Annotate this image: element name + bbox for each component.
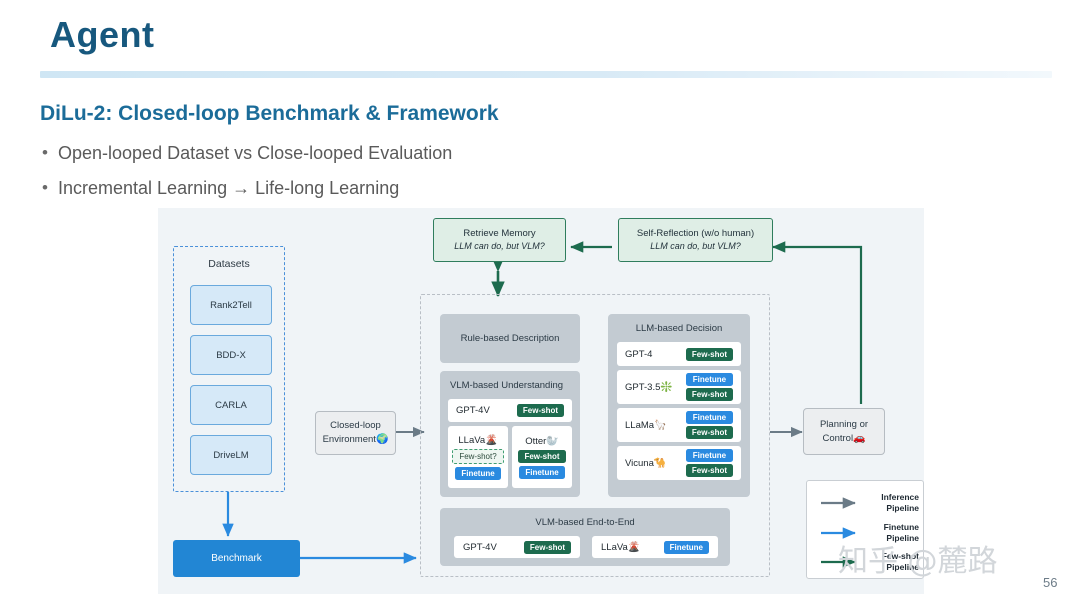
model-card-e2e-gpt4v[interactable]: GPT-4V Few-shot <box>454 536 580 558</box>
rule-based-description-panel: Rule-based Description <box>440 314 580 363</box>
model-name: Vicuna <box>625 457 654 469</box>
dataset-label: DriveLM <box>213 449 249 461</box>
model-card-llama[interactable]: LLaMa 🦙 Finetune Few-shot <box>617 408 741 442</box>
badge-few-shot[interactable]: Few-shot <box>685 347 733 361</box>
retrieve-memory-title: Retrieve Memory <box>463 228 536 239</box>
bullet-text: Incremental Learning → Life-long Learnin… <box>58 178 400 198</box>
sparkle-icon: ❇️ <box>660 381 673 393</box>
camel-icon: 🐪 <box>653 457 667 469</box>
legend-label-line2: Pipeline <box>886 503 919 513</box>
model-card-gpt35[interactable]: GPT-3.5 ❇️ Finetune Few-shot <box>617 370 741 404</box>
dataset-item-carla[interactable]: CARLA <box>190 385 272 425</box>
badge-few-shot[interactable]: Few-shot <box>685 426 733 439</box>
dataset-item-rank2tell[interactable]: Rank2Tell <box>190 285 272 325</box>
planning-line2: Control <box>822 432 854 444</box>
model-name: LLaVa <box>601 541 628 553</box>
vlm-end-to-end-title: VLM-based End-to-End <box>535 517 635 528</box>
model-card-llava[interactable]: LLaVa 🌋 Few-shot? Finetune <box>448 426 508 488</box>
rule-based-description-title: Rule-based Description <box>460 333 560 344</box>
badge-few-shot[interactable]: Few-shot <box>523 540 571 554</box>
self-reflection-note: LLM can do, but VLM? <box>650 241 741 251</box>
legend-label-line1: Inference <box>881 492 919 502</box>
model-name: Otter <box>525 435 547 447</box>
badge-finetune[interactable]: Finetune <box>519 465 565 479</box>
llama-icon: 🦙 <box>654 419 667 431</box>
model-name: GPT-4V <box>456 405 490 416</box>
bullet-marker-icon: • <box>42 178 48 197</box>
car-icon: 🚗 <box>853 432 866 444</box>
framework-diagram: Retrieve Memory LLM can do, but VLM? Sel… <box>158 208 924 594</box>
bullet-list: • Open-looped Dataset vs Close-looped Ev… <box>42 142 742 212</box>
environment-line1: Closed-loop <box>330 420 381 431</box>
model-name: GPT-4 <box>625 348 653 360</box>
bullet-text: Open-looped Dataset vs Close-looped Eval… <box>58 143 453 163</box>
retrieve-memory-box: Retrieve Memory LLM can do, but VLM? <box>433 218 566 262</box>
section-subtitle: DiLu-2: Closed-loop Benchmark & Framewor… <box>40 102 499 125</box>
dataset-label: CARLA <box>215 399 247 411</box>
model-name: GPT-3.5 <box>625 381 661 393</box>
title-divider <box>40 71 1052 78</box>
model-name: GPT-4V <box>463 541 497 553</box>
llm-decision-title: LLM-based Decision <box>635 323 723 334</box>
volcano-icon: 🌋 <box>627 541 641 553</box>
badge-finetune[interactable]: Finetune <box>455 466 501 480</box>
datasets-group: Datasets Rank2Tell BDD-X CARLA DriveLM <box>173 246 285 492</box>
self-reflection-box: Self-Reflection (w/o human) LLM can do, … <box>618 218 773 262</box>
model-card-gpt4[interactable]: GPT-4 Few-shot <box>617 342 741 366</box>
dataset-item-bddx[interactable]: BDD-X <box>190 335 272 375</box>
closed-loop-environment-box[interactable]: Closed-loop Environment 🌍 <box>315 411 396 455</box>
planning-control-box[interactable]: Planning or Control 🚗 <box>803 408 885 455</box>
model-card-e2e-llava[interactable]: LLaVa 🌋 Finetune <box>592 536 718 558</box>
badge-finetune[interactable]: Finetune <box>685 373 733 386</box>
retrieve-memory-note: LLM can do, but VLM? <box>454 241 545 251</box>
benchmark-label: Benchmark <box>211 553 262 564</box>
badge-finetune[interactable]: Finetune <box>685 411 733 424</box>
model-card-gpt4v[interactable]: GPT-4V Few-shot <box>448 399 572 422</box>
dataset-label: Rank2Tell <box>210 299 252 311</box>
page-number: 56 <box>1043 575 1058 590</box>
model-card-vicuna[interactable]: Vicuna 🐪 Finetune Few-shot <box>617 446 741 480</box>
otter-icon: 🦭 <box>546 435 559 447</box>
badge-finetune[interactable]: Finetune <box>663 540 709 554</box>
list-item: • Incremental Learning → Life-long Learn… <box>42 177 742 199</box>
datasets-group-label: Datasets <box>208 258 250 270</box>
badge-few-shot[interactable]: Few-shot <box>518 449 566 463</box>
volcano-icon: 🌋 <box>485 434 498 446</box>
model-name: LLaVa <box>458 434 486 446</box>
vlm-end-to-end-panel: VLM-based End-to-End GPT-4V Few-shot LLa… <box>440 508 730 566</box>
page-title: Agent <box>50 14 155 55</box>
environment-line2: Environment <box>322 434 376 445</box>
vlm-understanding-panel: VLM-based Understanding GPT-4V Few-shot … <box>440 371 580 497</box>
model-card-otter[interactable]: Otter 🦭 Few-shot Finetune <box>512 426 572 488</box>
legend-item-inference: Inference Pipeline <box>853 492 919 514</box>
list-item: • Open-looped Dataset vs Close-looped Ev… <box>42 142 742 164</box>
bullet-marker-icon: • <box>42 143 48 162</box>
earth-globe-icon: 🌍 <box>375 434 389 445</box>
model-name: LLaMa <box>625 419 655 431</box>
badge-few-shot[interactable]: Few-shot <box>516 404 564 417</box>
badge-few-shot-uncertain[interactable]: Few-shot? <box>452 448 504 464</box>
legend-label-line1: Finetune <box>883 522 919 532</box>
benchmark-box[interactable]: Benchmark <box>173 540 300 577</box>
watermark: 知乎 @麓路 <box>838 544 998 579</box>
badge-few-shot[interactable]: Few-shot <box>685 388 733 401</box>
dataset-label: BDD-X <box>216 349 246 361</box>
self-reflection-title: Self-Reflection (w/o human) <box>636 228 755 239</box>
vlm-understanding-title: VLM-based Understanding <box>450 380 564 391</box>
dataset-item-drivelm[interactable]: DriveLM <box>190 435 272 475</box>
badge-finetune[interactable]: Finetune <box>685 449 733 462</box>
badge-few-shot[interactable]: Few-shot <box>685 464 733 477</box>
llm-decision-panel: LLM-based Decision GPT-4 Few-shot GPT-3.… <box>608 314 750 497</box>
planning-line1: Planning or <box>819 418 869 430</box>
